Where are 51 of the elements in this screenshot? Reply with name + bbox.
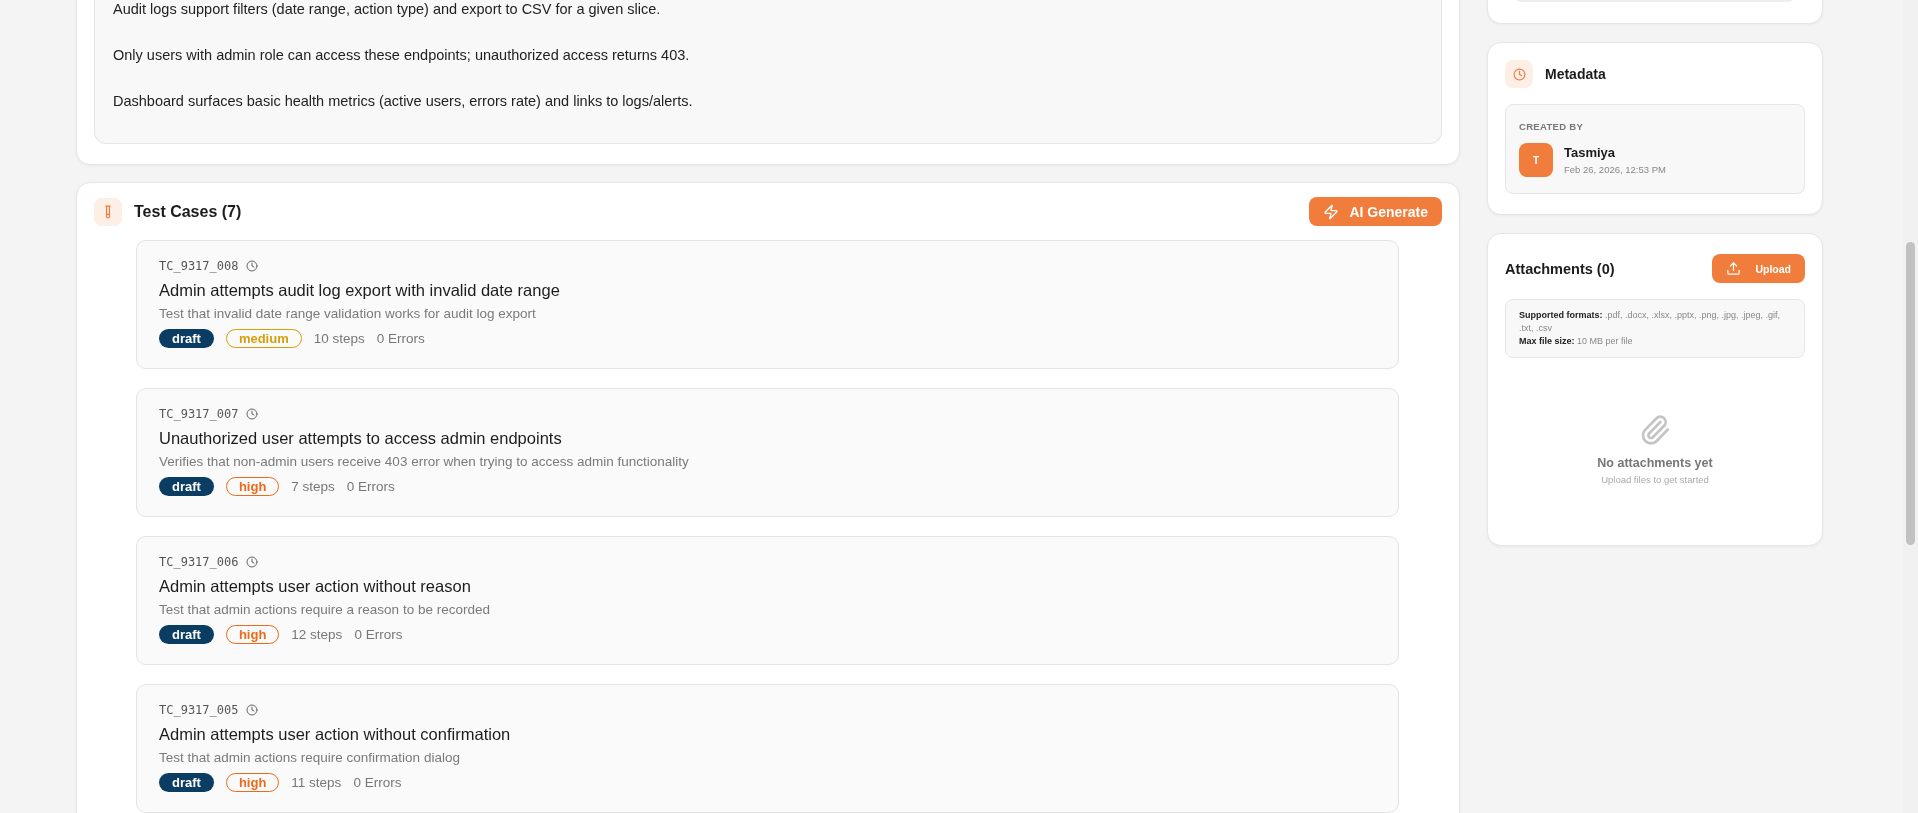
- test-case-card[interactable]: TC_9317_007 Unauthorized user attempts to access admin endpoints Verifies that non-admin users receive 403 error when trying to access admin functionality draft high 7 steps 0 Errors: [136, 388, 1399, 517]
- error-count: 0 Errors: [354, 627, 403, 642]
- status-badge: draft: [159, 625, 214, 644]
- section-title: Attachments (0): [1505, 260, 1616, 277]
- test-case-title: Admin attempts audit log export with invalid date range: [159, 281, 561, 300]
- test-case-card[interactable]: TC_9317_008 Admin attempts audit log export with invalid date range Test that invalid date range validation works for audit log export draft medium 10 steps 0 Errors: [136, 240, 1399, 369]
- test-case-description: Test that invalid date range validation works for audit log export: [159, 306, 537, 321]
- clock-icon: [1505, 60, 1533, 88]
- test-case-id: TC_9317_005: [159, 703, 239, 717]
- empty-hint: Upload files to get started: [1601, 474, 1709, 485]
- created-date: Feb 26, 2026, 12:53 PM: [1564, 164, 1666, 175]
- requirement-text: Only users with admin role can access these endpoints; unauthorized access returns 403.: [113, 47, 691, 63]
- formats-text: Supported formats: .pdf, .docx, .xlsx, .pptx, .png, .jpg, .jpeg, .gif, .txt, .csv: [1519, 309, 1782, 335]
- test-case-id: TC_9317_006: [159, 555, 239, 569]
- test-case-description: Verifies that non-admin users receive 403 error when trying to access admin functionality: [159, 454, 690, 469]
- test-tube-icon: [94, 197, 122, 226]
- section-title: Metadata: [1545, 66, 1607, 82]
- upload-icon: [1726, 261, 1742, 276]
- step-count: 11 steps: [291, 775, 342, 790]
- test-case-description: Test that admin actions require a reason to be recorded: [159, 602, 491, 617]
- test-case-card[interactable]: TC_9317_005 Admin attempts user action without confirmation Test that admin actions require confirmation dialog draft high 11 steps 0 Errors: [136, 684, 1399, 813]
- status-badge: draft: [159, 477, 214, 496]
- test-case-title: Unauthorized user attempts to access admin endpoints: [159, 429, 563, 448]
- created-by-label: CREATED BY: [1519, 121, 1585, 132]
- requirement-text: Dashboard surfaces basic health metrics (active users, errors rate) and links to logs/alerts.: [113, 93, 694, 109]
- user-avatar: T: [1519, 143, 1553, 177]
- error-count: 0 Errors: [376, 331, 425, 346]
- status-badge: draft: [159, 773, 214, 792]
- error-count: 0 Errors: [353, 775, 402, 790]
- lightning-icon: [1323, 203, 1340, 220]
- test-case-title: Admin attempts user action without confirmation: [159, 725, 512, 744]
- test-case-description: Test that admin actions require confirmation dialog: [159, 750, 461, 765]
- status-badge: draft: [159, 329, 214, 348]
- clock-icon: [246, 704, 259, 716]
- user-name: Tasmiya: [1564, 145, 1617, 160]
- test-case-card[interactable]: TC_9317_006 Admin attempts user action without reason Test that admin actions require a reason to be recorded draft high 12 steps 0 Errors: [136, 536, 1399, 665]
- error-count: 0 Errors: [346, 479, 395, 494]
- step-count: 10 steps: [313, 331, 365, 346]
- test-case-title: Admin attempts user action without reason: [159, 577, 472, 596]
- section-title: Test Cases (7): [134, 202, 243, 221]
- requirement-text: Audit logs support filters (date range, action type) and export to CSV for a given slice.: [113, 1, 662, 17]
- clock-icon: [246, 260, 259, 272]
- test-case-id: TC_9317_007: [159, 407, 239, 421]
- empty-title: No attachments yet: [1597, 456, 1713, 470]
- file-size-text: Max file size: 10 MB per file: [1519, 335, 1634, 348]
- test-case-id: TC_9317_008: [159, 259, 239, 273]
- clock-icon: [246, 556, 259, 568]
- step-count: 12 steps: [291, 627, 343, 642]
- paperclip-icon: [1639, 414, 1671, 446]
- clock-icon: [246, 408, 259, 420]
- step-count: 7 steps: [291, 479, 335, 494]
